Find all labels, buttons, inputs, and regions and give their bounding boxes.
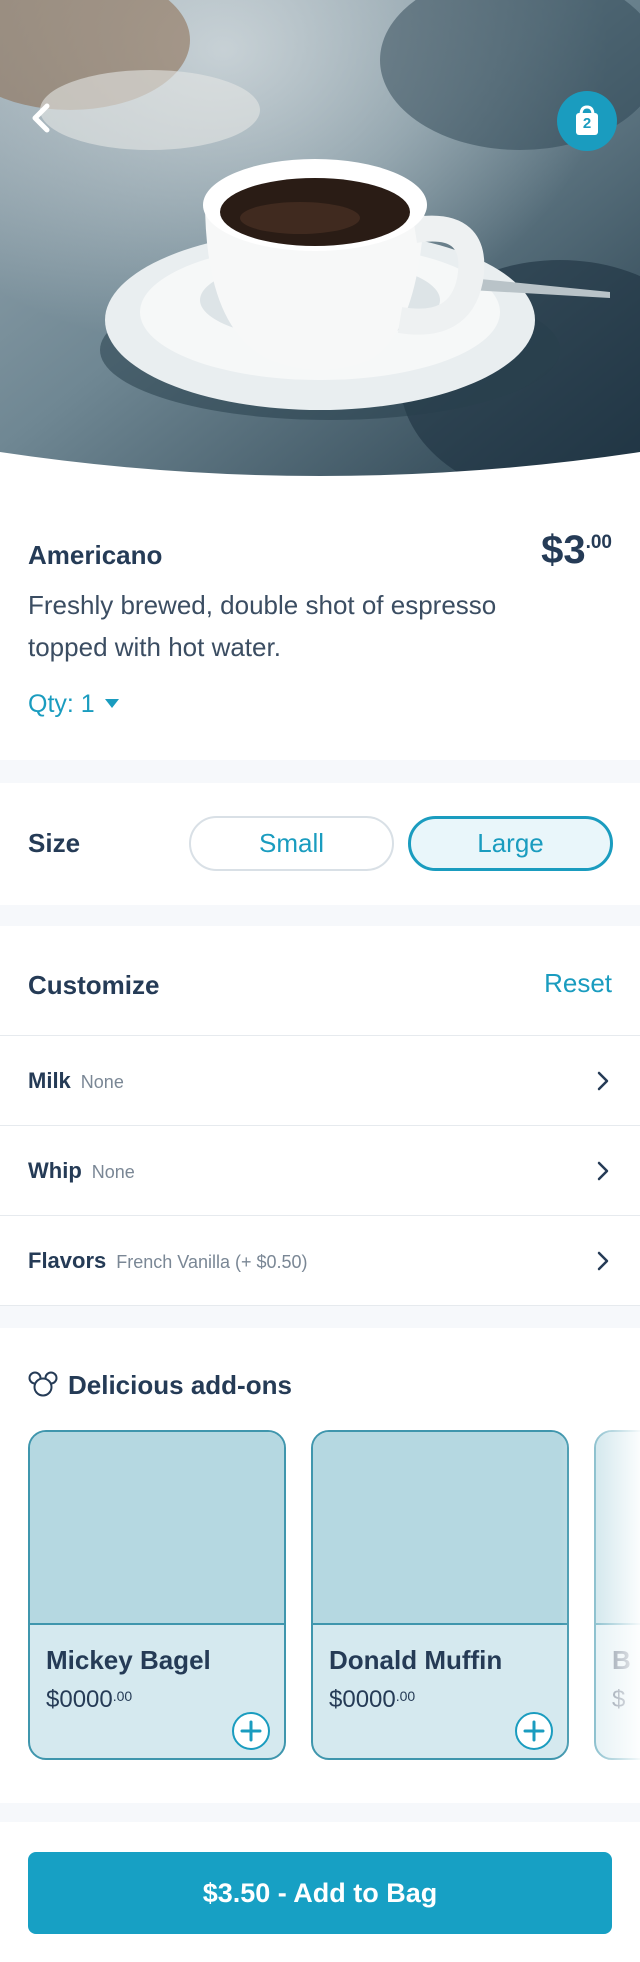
- addon-image: [30, 1432, 284, 1625]
- plus-icon: [240, 1720, 262, 1742]
- size-selector: Size Small Large: [0, 783, 640, 905]
- option-value: None: [91, 1162, 135, 1182]
- addon-card[interactable]: Donald Muffin $0000.00: [311, 1430, 569, 1760]
- coffee-photo: [0, 0, 640, 500]
- mickey-icon: [28, 1371, 58, 1397]
- reset-button[interactable]: Reset: [544, 968, 612, 999]
- add-addon-button[interactable]: [232, 1712, 270, 1750]
- option-label: Milk None: [28, 1068, 124, 1094]
- option-value: French Vanilla (+ $0.50): [116, 1252, 308, 1272]
- chevron-right-icon: [597, 1161, 609, 1181]
- addon-price-value: $0000: [329, 1686, 396, 1713]
- addon-image: [596, 1432, 640, 1625]
- product-price: $3.00: [541, 528, 612, 573]
- section-divider: [0, 1803, 640, 1822]
- addon-price: $0000.00: [46, 1686, 132, 1714]
- quantity-dropdown[interactable]: Qty: 1: [28, 690, 119, 719]
- section-divider: [0, 905, 640, 926]
- addon-card[interactable]: B $: [594, 1430, 640, 1760]
- option-label: Flavors French Vanilla (+ $0.50): [28, 1248, 308, 1274]
- size-label: Size: [28, 828, 81, 858]
- addon-price-cents: .00: [395, 1688, 416, 1704]
- product-description: Freshly brewed, double shot of espresso …: [28, 590, 497, 662]
- size-option-small[interactable]: Small: [189, 816, 394, 871]
- option-name: Whip: [28, 1158, 82, 1183]
- shopping-bag-button[interactable]: 2: [557, 91, 617, 151]
- quantity-label: Qty: 1: [28, 690, 95, 718]
- chevron-right-icon: [597, 1251, 609, 1271]
- option-name: Milk: [28, 1068, 71, 1093]
- product-info: Americano $3.00 Freshly brewed, double s…: [0, 500, 640, 760]
- addon-price-value: $: [612, 1686, 626, 1713]
- addons-title-text: Delicious add-ons: [68, 1370, 292, 1400]
- chevron-left-icon: [32, 103, 50, 133]
- back-button[interactable]: [22, 98, 62, 138]
- addon-price-cents: .00: [112, 1688, 133, 1704]
- option-row-milk[interactable]: Milk None: [0, 1036, 640, 1126]
- hero-image: 2: [0, 0, 640, 500]
- addons-title: Delicious add-ons: [28, 1370, 292, 1401]
- price-cents: .00: [585, 532, 612, 553]
- add-to-bag-button[interactable]: $3.50 - Add to Bag: [28, 1852, 612, 1934]
- section-divider: [0, 760, 640, 783]
- price-dollars: $3: [541, 528, 586, 572]
- footer: $3.50 - Add to Bag: [0, 1822, 640, 1962]
- addon-price-value: $0000: [46, 1686, 113, 1713]
- chevron-right-icon: [597, 1071, 609, 1091]
- addon-price: $: [612, 1686, 625, 1714]
- addon-image: [313, 1432, 567, 1625]
- addon-card[interactable]: Mickey Bagel $0000.00: [28, 1430, 286, 1760]
- caret-down-icon: [104, 698, 119, 708]
- bag-count-badge: 2: [582, 115, 592, 132]
- addon-name: B: [612, 1645, 631, 1675]
- add-addon-button[interactable]: [515, 1712, 553, 1750]
- addon-name: Donald Muffin: [329, 1645, 503, 1675]
- product-name: Americano: [28, 540, 163, 570]
- customize-title: Customize: [28, 970, 160, 1000]
- option-label: Whip None: [28, 1158, 135, 1184]
- option-name: Flavors: [28, 1248, 107, 1273]
- addons-section: Delicious add-ons Mickey Bagel $0000.00 …: [0, 1328, 640, 1803]
- option-row-flavors[interactable]: Flavors French Vanilla (+ $0.50): [0, 1216, 640, 1306]
- option-value: None: [80, 1072, 124, 1092]
- size-option-large[interactable]: Large: [408, 816, 613, 871]
- plus-icon: [523, 1720, 545, 1742]
- option-row-whip[interactable]: Whip None: [0, 1126, 640, 1216]
- section-divider: [0, 1306, 640, 1328]
- customize-header: Customize Reset: [0, 926, 640, 1036]
- addon-name: Mickey Bagel: [46, 1645, 211, 1675]
- addon-price: $0000.00: [329, 1686, 415, 1714]
